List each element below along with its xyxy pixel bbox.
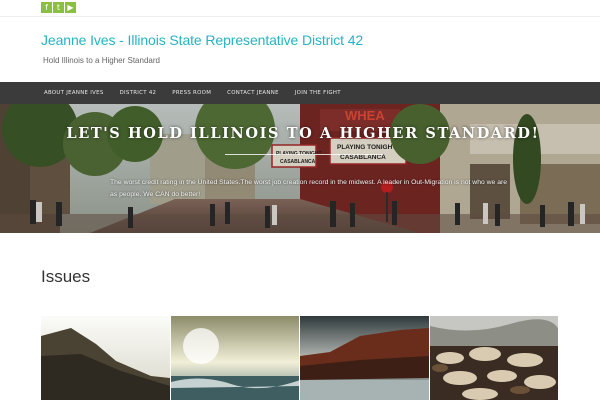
hero-divider: [225, 154, 383, 155]
nav-item-contact[interactable]: CONTACT JEANNE: [219, 82, 287, 104]
youtube-icon[interactable]: ▶: [65, 2, 76, 13]
hero-title: LET'S HOLD ILLINOIS TO A HIGHER STANDARD…: [66, 125, 540, 142]
top-bar: f t ▶: [0, 0, 600, 17]
nav-item-press-room[interactable]: PRESS ROOM: [164, 82, 219, 104]
hero-subtitle: The worst credit rating in the United St…: [110, 179, 508, 198]
issue-tile-sunset[interactable]: [170, 316, 299, 400]
issue-tile-rocks[interactable]: [429, 316, 558, 400]
hero-banner: WHEA PLAYING TONIGHT CASABLANCA PLAYING …: [0, 104, 600, 233]
facebook-icon[interactable]: f: [41, 2, 52, 13]
issues-heading: Issues: [41, 267, 91, 286]
issue-image: [41, 316, 170, 400]
issue-tile-coast[interactable]: [300, 316, 429, 400]
hero-image: WHEA PLAYING TONIGHT CASABLANCA PLAYING …: [0, 104, 600, 233]
nav-item-about[interactable]: ABOUT JEANNE IVES: [36, 82, 112, 104]
issue-image: [170, 316, 299, 400]
site-tagline: Hold Illinois to a Higher Standard: [43, 56, 160, 65]
social-links: f t ▶: [41, 2, 77, 14]
site-title[interactable]: Jeanne Ives - Illinois State Representat…: [41, 32, 363, 48]
issue-image: [429, 316, 558, 400]
main-nav: ABOUT JEANNE IVES DISTRICT 42 PRESS ROOM…: [0, 82, 600, 104]
issues-gallery: [41, 316, 558, 400]
nav-item-district-42[interactable]: DISTRICT 42: [112, 82, 165, 104]
issue-tile-cliff[interactable]: [41, 316, 170, 400]
twitter-icon[interactable]: t: [53, 2, 64, 13]
issue-image: [300, 316, 429, 400]
nav-item-join[interactable]: JOIN THE FIGHT: [287, 82, 349, 104]
